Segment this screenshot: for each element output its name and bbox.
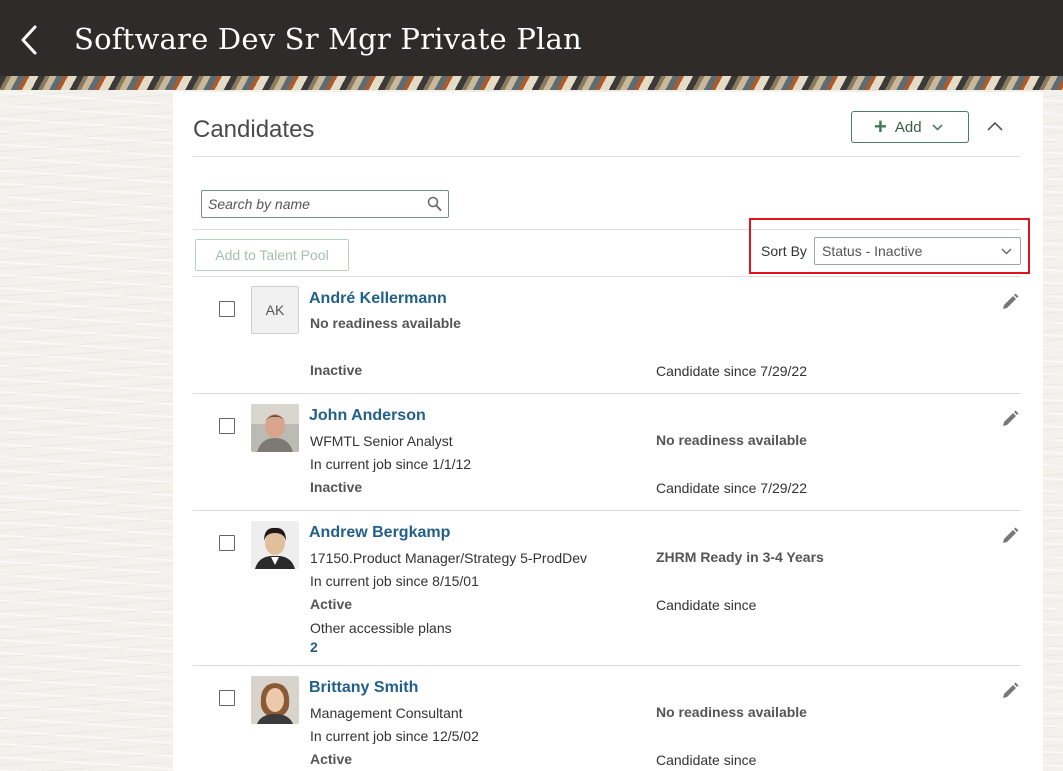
pencil-icon[interactable] [1000,681,1020,701]
job-title-text: 17150.Product Manager/Strategy 5-ProdDev [310,550,588,566]
candidates-panel: Candidates + Add Add to Talent Pool Sort… [173,92,1043,771]
avatar: AK [251,286,299,334]
avatar [251,521,299,569]
chevron-down-icon [1001,248,1012,254]
person-photo [251,521,299,569]
avatar [251,404,299,452]
readiness-text: No readiness available [310,315,461,331]
other-plans-count-link[interactable]: 2 [310,639,318,655]
candidate-checkbox[interactable] [219,690,235,706]
section-title: Candidates [193,116,315,143]
add-button[interactable]: + Add [851,111,969,143]
page-header: Software Dev Sr Mgr Private Plan [0,0,1063,78]
page-title: Software Dev Sr Mgr Private Plan [74,22,582,56]
status-text: Inactive [310,362,363,378]
avatar [251,676,299,724]
chevron-down-icon [931,123,943,131]
candidate-since-text: Candidate since 7/29/22 [656,363,807,379]
candidate-name-link[interactable]: Andrew Bergkamp [309,524,450,542]
readiness-text: ZHRM Ready in 3-4 Years [656,549,824,565]
candidate-since-text: Candidate since [656,597,757,613]
job-since-text: In current job since 1/1/12 [310,456,472,472]
header-divider [193,156,1021,157]
pencil-icon[interactable] [1000,526,1020,546]
sort-by-select[interactable]: Status - Inactive [814,237,1021,265]
search-icon[interactable] [427,196,442,212]
person-photo [251,676,299,724]
pencil-icon[interactable] [1000,409,1020,429]
readiness-text: No readiness available [656,704,807,720]
row-divider [193,510,1021,511]
status-text: Inactive [310,479,363,495]
row-divider [193,393,1021,394]
list-top-divider [193,276,1021,277]
job-title-text: Management Consultant [310,705,463,721]
sort-by-value: Status - Inactive [822,243,923,259]
candidate-checkbox[interactable] [219,535,235,551]
candidate-checkbox[interactable] [219,301,235,317]
candidate-checkbox[interactable] [219,418,235,434]
candidate-since-text: Candidate since [656,752,757,768]
job-since-text: In current job since 12/5/02 [310,728,479,744]
header-decorative-band [0,76,1063,90]
add-to-talent-pool-button[interactable]: Add to Talent Pool [195,239,349,271]
job-title-text: WFMTL Senior Analyst [310,433,453,449]
candidate-name-link[interactable]: André Kellermann [309,290,447,308]
search-input-wrapper [201,190,449,218]
row-divider [193,665,1021,666]
candidate-name-link[interactable]: John Anderson [309,407,426,425]
search-input[interactable] [202,191,412,217]
candidate-since-text: Candidate since 7/29/22 [656,480,807,496]
add-button-label: Add [894,118,922,136]
back-button[interactable] [12,20,46,60]
job-since-text: In current job since 8/15/01 [310,573,479,589]
plus-icon: + [874,114,887,139]
chevron-up-icon [987,121,1003,131]
status-text: Active [310,596,353,612]
other-plans-label: Other accessible plans [310,620,452,636]
status-text: Active [310,751,353,767]
pencil-icon[interactable] [1000,292,1020,312]
person-photo [251,404,299,452]
readiness-text: No readiness available [656,432,807,448]
chevron-left-icon [21,25,37,55]
collapse-button[interactable] [981,112,1009,140]
sort-by-label: Sort By [761,243,807,259]
candidate-name-link[interactable]: Brittany Smith [309,679,418,697]
